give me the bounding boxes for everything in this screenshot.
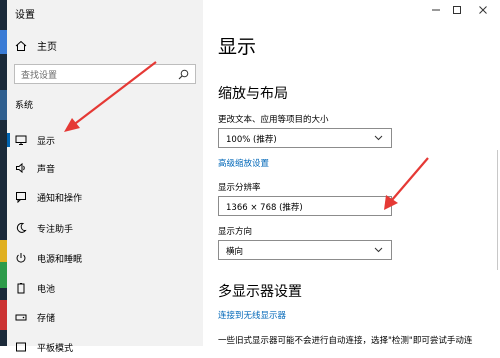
sidebar-item-storage[interactable]: 存储 [7, 306, 203, 328]
sidebar-item-label: 平板模式 [37, 343, 74, 354]
wireless-display-link[interactable]: 连接到无线显示器 [218, 309, 286, 321]
orientation-value: 横向 [226, 247, 244, 257]
search-placeholder: 查找设置 [21, 71, 58, 81]
window-title: 设置 [15, 10, 35, 21]
text-size-dropdown[interactable]: 100% (推荐) [218, 128, 392, 148]
display-settings-pane: 显示 缩放与布局 更改文本、应用等项目的大小 100% (推荐) 高级缩放设置 … [203, 0, 500, 346]
multi-display-heading: 多显示器设置 [218, 284, 302, 300]
maximize-button[interactable] [447, 2, 467, 18]
active-indicator [7, 133, 10, 147]
minimize-icon [432, 9, 440, 11]
tablet-icon [15, 341, 27, 353]
page-title: 显示 [218, 36, 257, 58]
monitor-icon [15, 134, 27, 146]
orientation-label: 显示方向 [218, 227, 253, 237]
storage-icon [15, 311, 27, 323]
sidebar-item-label: 存储 [37, 313, 56, 324]
maximize-icon [453, 6, 461, 14]
sidebar-item-display[interactable]: 显示 [7, 129, 203, 151]
chevron-down-icon [374, 247, 383, 253]
close-button[interactable] [473, 2, 493, 18]
scale-layout-heading: 缩放与布局 [218, 86, 288, 102]
sidebar-item-notifications[interactable]: 通知和操作 [7, 186, 203, 208]
sidebar-item-label: 电源和睡眠 [37, 254, 83, 265]
power-icon [15, 252, 27, 264]
close-icon [479, 6, 487, 14]
battery-icon [15, 282, 27, 294]
sidebar-item-power-sleep[interactable]: 电源和睡眠 [7, 247, 203, 269]
sidebar-item-tablet-mode[interactable]: 平板模式 [7, 336, 203, 358]
settings-sidebar: 设置 主页 查找设置 系统 显示 声音 通知和操作 专注助手 电源和睡眠 电池 … [7, 0, 203, 354]
sidebar-item-focus-assist[interactable]: 专注助手 [7, 217, 203, 239]
resolution-value: 1366 × 768 (推荐) [226, 203, 303, 213]
home-label: 主页 [37, 42, 57, 53]
sidebar-item-label: 电池 [37, 284, 56, 295]
search-icon[interactable] [178, 69, 189, 80]
sidebar-item-label: 通知和操作 [37, 193, 83, 204]
sidebar-item-label: 声音 [37, 164, 56, 175]
home-nav-item[interactable]: 主页 [15, 38, 57, 53]
desktop-edge [0, 0, 7, 346]
multi-display-description: 一些旧式显示器可能不会进行自动连接，选择"检测"即可尝试手动连 [218, 336, 473, 346]
resolution-label: 显示分辨率 [218, 183, 261, 193]
advanced-scaling-link[interactable]: 高级缩放设置 [218, 157, 269, 169]
section-label-system: 系统 [15, 101, 34, 111]
chevron-down-icon [374, 135, 383, 141]
sidebar-item-sound[interactable]: 声音 [7, 157, 203, 179]
moon-icon [15, 222, 27, 234]
orientation-dropdown[interactable]: 横向 [218, 240, 392, 260]
text-size-label: 更改文本、应用等项目的大小 [218, 115, 329, 125]
home-icon [15, 40, 27, 51]
sidebar-item-battery[interactable]: 电池 [7, 277, 203, 299]
resolution-dropdown[interactable]: 1366 × 768 (推荐) [218, 196, 392, 216]
minimize-button[interactable] [426, 2, 446, 18]
speaker-icon [15, 162, 27, 174]
sidebar-item-label: 专注助手 [37, 224, 74, 235]
sidebar-item-label: 显示 [37, 136, 56, 147]
text-size-value: 100% (推荐) [226, 135, 277, 145]
search-input[interactable]: 查找设置 [14, 64, 196, 84]
notification-icon [15, 191, 27, 203]
scrollbar[interactable] [497, 150, 498, 270]
